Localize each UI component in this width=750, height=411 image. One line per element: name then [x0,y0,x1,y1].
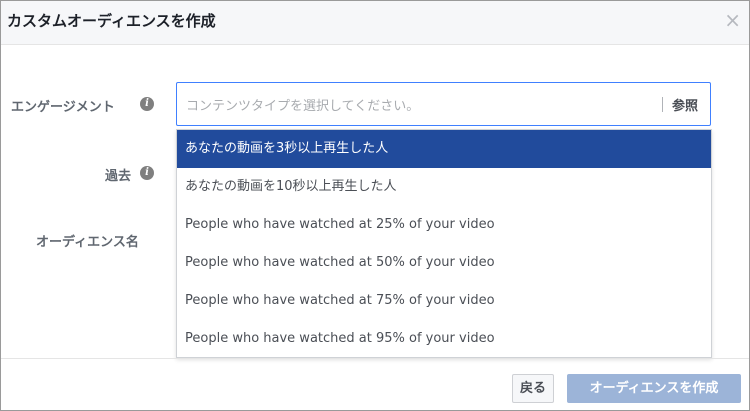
content-type-dropdown: あなたの動画を3秒以上再生した人 あなたの動画を10秒以上再生した人 People … [176,129,712,358]
combo-divider [662,97,663,112]
dropdown-option[interactable]: People who have watched at 95% of your v… [177,320,711,358]
content-type-placeholder: コンテンツタイプを選択してください。 [186,99,420,114]
dialog-title: カスタムオーディエンスを作成 [7,12,216,30]
info-icon[interactable]: i [140,166,154,180]
dropdown-option[interactable]: あなたの動画を10秒以上再生した人 [177,168,711,206]
footer-divider [1,358,749,359]
engagement-label: エンゲージメント [11,100,115,115]
back-button[interactable]: 戻る [512,374,554,403]
dropdown-option[interactable]: People who have watched at 75% of your v… [177,282,711,320]
close-icon[interactable]: × [724,10,741,30]
audience-name-label: オーディエンス名 [36,235,139,250]
dropdown-option[interactable]: People who have watched at 50% of your v… [177,244,711,282]
period-label: 過去 [105,169,132,184]
create-custom-audience-dialog: カスタムオーディエンスを作成 × エンゲージメント i 過去 i オーディエンス… [0,0,750,411]
content-type-input[interactable]: コンテンツタイプを選択してください。 参照 [176,82,711,126]
dropdown-option[interactable]: People who have watched at 25% of your v… [177,206,711,244]
browse-button[interactable]: 参照 [672,95,698,114]
dropdown-option[interactable]: あなたの動画を3秒以上再生した人 [177,130,711,168]
create-audience-button[interactable]: オーディエンスを作成 [567,374,741,403]
dialog-header: カスタムオーディエンスを作成 × [1,1,749,45]
info-icon[interactable]: i [140,97,154,111]
